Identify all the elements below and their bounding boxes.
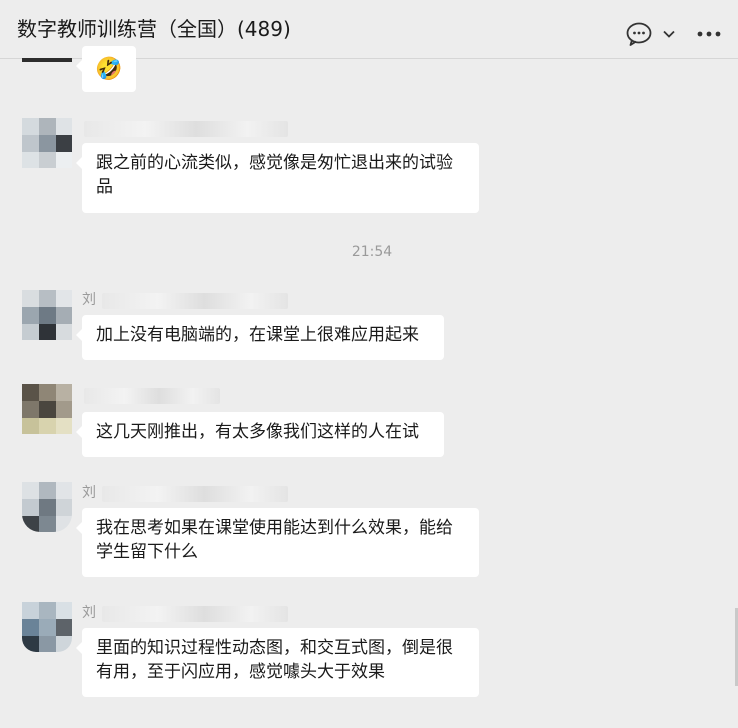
more-dots-icon[interactable] bbox=[697, 30, 721, 38]
message-bubble[interactable]: 这几天刚推出，有太多像我们这样的人在试 bbox=[76, 412, 444, 457]
message-bubble[interactable]: 里面的知识过程性动态图，和交互式图，倒是很有用，至于闪应用，感觉噱头大于效果 bbox=[76, 628, 479, 697]
avatar[interactable] bbox=[22, 602, 72, 652]
timestamp: 21:54 bbox=[351, 244, 393, 260]
avatar[interactable] bbox=[22, 290, 72, 340]
avatar[interactable] bbox=[22, 384, 72, 434]
sender-name: 刘 bbox=[82, 289, 292, 311]
chat-window: 数字教师训练营（全国）(489) 🤣 跟之前的心流类似，感觉像是匆忙退出来的试验… bbox=[0, 0, 738, 728]
sender-name: 刘 bbox=[82, 482, 292, 504]
group-title: 数字教师训练营（全国）(489) bbox=[17, 17, 291, 41]
message-text: 加上没有电脑端的，在课堂上很难应用起来 bbox=[96, 325, 419, 345]
message-bubble[interactable]: 加上没有电脑端的，在课堂上很难应用起来 bbox=[76, 315, 444, 360]
message-text: 我在思考如果在课堂使用能达到什么效果，能给学生留下什么 bbox=[96, 518, 453, 562]
chevron-down-icon[interactable] bbox=[662, 27, 676, 41]
sender-name bbox=[82, 384, 224, 406]
sender-name bbox=[82, 117, 292, 139]
message-text: 这几天刚推出，有太多像我们这样的人在试 bbox=[96, 422, 419, 442]
message-bubble[interactable]: 🤣 bbox=[76, 46, 136, 92]
message-text: 跟之前的心流类似，感觉像是匆忙退出来的试验品 bbox=[96, 153, 453, 197]
message-text: 🤣 bbox=[95, 57, 123, 82]
message-bubble[interactable]: 跟之前的心流类似，感觉像是匆忙退出来的试验品 bbox=[76, 143, 479, 213]
chat-bubble-icon[interactable] bbox=[626, 20, 652, 48]
avatar[interactable] bbox=[22, 118, 72, 168]
sender-name: 刘 bbox=[82, 602, 292, 624]
avatar[interactable] bbox=[22, 482, 72, 532]
message-text: 里面的知识过程性动态图，和交互式图，倒是很有用，至于闪应用，感觉噱头大于效果 bbox=[96, 638, 453, 682]
message-bubble[interactable]: 我在思考如果在课堂使用能达到什么效果，能给学生留下什么 bbox=[76, 508, 479, 577]
